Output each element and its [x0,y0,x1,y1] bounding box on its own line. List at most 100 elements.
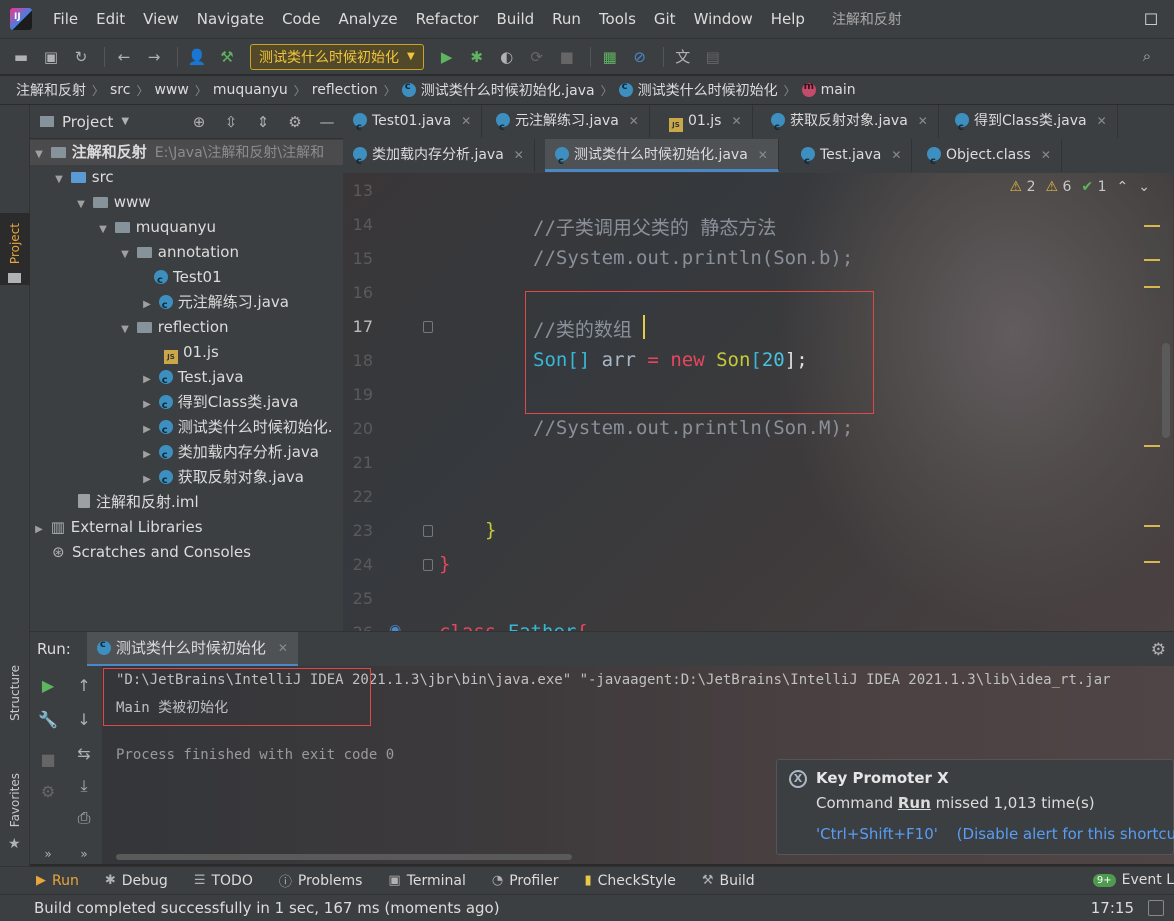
implemented-icon[interactable]: ◉ [389,622,401,631]
close-icon[interactable]: ✕ [891,148,901,162]
translate-icon[interactable]: 文 [670,44,696,70]
menu-code[interactable]: Code [273,0,329,38]
close-icon[interactable]: ✕ [278,641,288,655]
more-icon[interactable]: » [70,840,98,868]
profile-icon[interactable]: ⟳ [524,44,550,70]
gear-icon[interactable]: ⚙ [1151,640,1166,660]
tree-node-classload[interactable]: ▶ 类加载内存分析.java [30,440,343,465]
menu-git[interactable]: Git [645,0,685,38]
tree-node-get-class[interactable]: ▶ 得到Class类.java [30,390,343,415]
tree-node-external-libraries[interactable]: ▶ ▥ External Libraries [30,515,343,540]
menu-build[interactable]: Build [488,0,544,38]
breadcrumb-file[interactable]: 测试类什么时候初始化.java [421,80,595,100]
stop-icon[interactable]: ■ [34,746,62,774]
tree-node-muquanyu[interactable]: ▼ muquanyu [30,215,343,240]
tool-todo[interactable]: ☰ TODO [194,873,253,889]
arrow-up-icon[interactable]: ↑ [70,672,98,700]
build-hammer-icon[interactable]: ⚒ [214,44,240,70]
breadcrumb-project[interactable]: 注解和反射 [16,80,86,100]
fold-marker-icon[interactable] [423,525,433,537]
print-icon[interactable]: ⎙ [70,804,98,832]
soft-wrap-icon[interactable]: ⇆ [70,740,98,768]
menu-navigate[interactable]: Navigate [188,0,273,38]
tool-terminal[interactable]: ▣ Terminal [388,873,465,889]
sync-icon[interactable]: ↻ [68,44,94,70]
more-icon[interactable]: » [34,840,62,868]
tree-node-scratches[interactable]: ⊛ Scratches and Consoles [30,540,343,565]
stripe-marker[interactable] [1144,561,1160,563]
close-icon[interactable]: ✕ [1097,114,1107,128]
tab-test-java[interactable]: Test.java ✕ [791,139,913,178]
tool-checkstyle[interactable]: ▮ CheckStyle [585,873,676,889]
tree-node-iml[interactable]: 注解和反射.iml [30,490,343,515]
monitor-icon[interactable]: ▦ [597,44,623,70]
run-icon[interactable]: ▶ [434,44,460,70]
project-tool-button[interactable]: Project [0,213,30,285]
breadcrumb-reflection[interactable]: reflection [312,82,378,98]
menu-file[interactable]: File [44,0,87,38]
rerun-icon[interactable]: ▶ [34,672,62,700]
tool-profiler[interactable]: ◔ Profiler [492,873,559,889]
menu-window[interactable]: Window [685,0,762,38]
menu-edit[interactable]: Edit [87,0,134,38]
open-folder-icon[interactable]: ▬ [8,44,34,70]
tree-node-01js[interactable]: JS 01.js [30,340,343,365]
project-panel-title[interactable]: Project [62,113,113,131]
fold-marker-icon[interactable] [423,321,433,333]
tool-debug[interactable]: ✱ Debug [105,873,168,889]
tree-node-reflection[interactable]: ▼ reflection [30,315,343,340]
maximize-button[interactable]: ☐ [1128,0,1174,38]
locate-icon[interactable]: ⊕ [183,113,215,131]
forward-icon[interactable]: → [141,44,167,70]
tree-node-project-root[interactable]: ▼ 注解和反射 E:\Java\注解和反射\注解和 [30,140,343,165]
chevron-down-icon[interactable]: ▼ [121,116,129,127]
tab-object-class[interactable]: Object.class ✕ [917,139,1062,178]
scroll-to-end-icon[interactable]: ⤓ [70,772,98,800]
chevron-down-icon[interactable]: ⌄ [1138,179,1150,195]
shortcut-link[interactable]: 'Ctrl+Shift+F10' [816,825,938,843]
search-icon[interactable]: ⌕ [1134,43,1160,69]
tree-node-www[interactable]: ▼ www [30,190,343,215]
tab-get-class[interactable]: 得到Class类.java ✕ [945,105,1118,144]
menu-analyze[interactable]: Analyze [329,0,406,38]
tree-node-get-reflect[interactable]: ▶ 获取反射对象.java [30,465,343,490]
tool-problems[interactable]: ⓘ Problems [279,871,363,891]
save-icon[interactable]: ▣ [38,44,64,70]
code-editor[interactable]: 13 14 15 16 17 18 19 20 21 22 23 24 25 2… [343,173,1174,631]
stripe-marker[interactable] [1144,445,1160,447]
stripe-marker[interactable] [1144,259,1160,261]
close-icon[interactable]: ✕ [461,114,471,128]
user-icon[interactable]: 👤 [184,44,210,70]
menu-help[interactable]: Help [762,0,814,38]
inspection-widget[interactable]: ⚠ 2 ⚠ 6 ✔ 1 ⌃ ⌄ [1010,179,1150,195]
collapse-all-icon[interactable]: ⇕ [247,113,279,131]
stripe-marker[interactable] [1144,225,1160,227]
wrench-icon[interactable]: 🔧 [34,706,62,734]
breadcrumb-www[interactable]: www [154,82,188,98]
close-icon[interactable]: ✕ [731,114,741,128]
menu-view[interactable]: View [134,0,188,38]
gear-icon[interactable]: ⚙ [279,113,311,131]
console-scrollbar[interactable] [116,854,572,860]
coverage-icon[interactable]: ◐ [494,44,520,70]
tab-get-reflect[interactable]: 获取反射对象.java ✕ [761,105,939,144]
arrow-down-icon[interactable]: ↓ [70,706,98,734]
stripe-marker[interactable] [1144,525,1160,527]
close-icon[interactable]: ✕ [514,148,524,162]
breadcrumb-method[interactable]: main [821,82,856,98]
tab-test01[interactable]: Test01.java ✕ [343,105,483,144]
hide-icon[interactable]: — [311,113,343,131]
tree-node-annotation[interactable]: ▼ annotation [30,240,343,265]
tab-01js[interactable]: JS 01.js ✕ [659,105,753,138]
close-icon[interactable]: ✕ [918,114,928,128]
close-icon[interactable]: ✕ [629,114,639,128]
run-tab[interactable]: 测试类什么时候初始化 ✕ [86,631,298,667]
fold-marker-icon[interactable] [423,559,433,571]
tree-node-test01[interactable]: Test01 [30,265,343,290]
menu-tools[interactable]: Tools [590,0,645,38]
tree-node-test-java[interactable]: ▶ Test.java [30,365,343,390]
tab-init-test[interactable]: 测试类什么时候初始化.java ✕ [545,139,779,178]
breadcrumb-src[interactable]: src [110,82,130,98]
editor-scrollbar[interactable] [1162,343,1170,438]
camera-icon[interactable]: ⚙ [34,778,62,806]
